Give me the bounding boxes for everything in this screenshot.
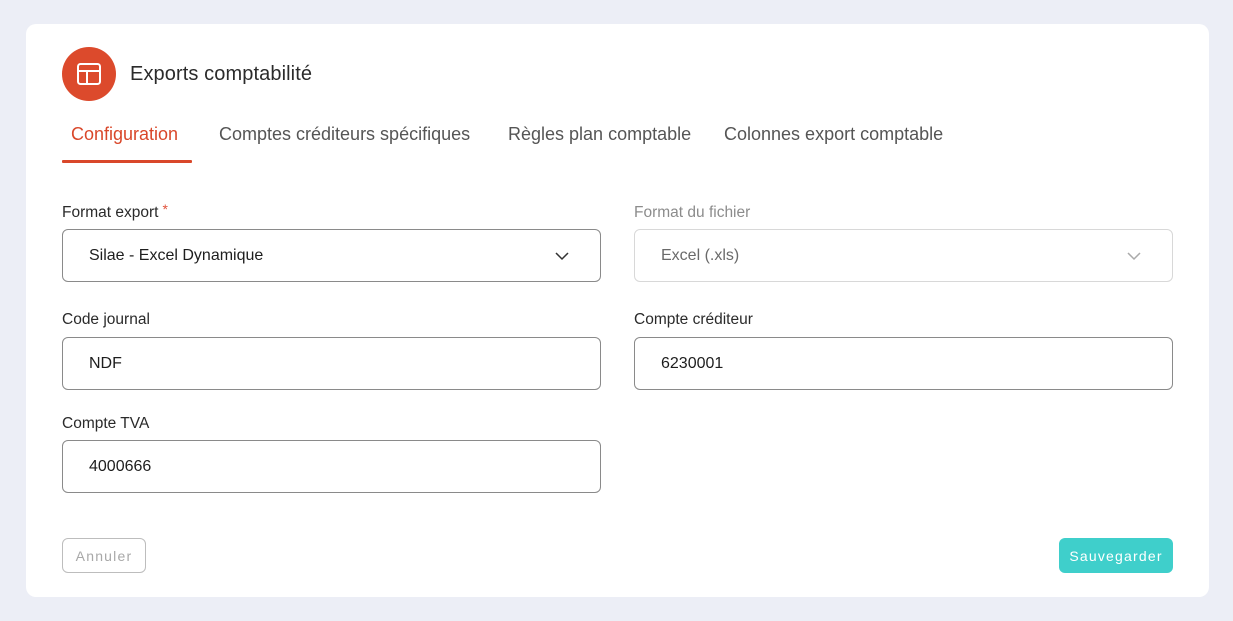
- format-fichier-value: Excel (.xls): [661, 246, 740, 264]
- code-journal-input[interactable]: NDF: [62, 337, 601, 390]
- required-marker: *: [162, 201, 168, 217]
- tab-configuration[interactable]: Configuration: [71, 124, 178, 164]
- format-fichier-select: Excel (.xls): [634, 229, 1173, 282]
- compte-crediteur-input[interactable]: 6230001: [634, 337, 1173, 390]
- layout-icon: [62, 47, 116, 101]
- compte-tva-label: Compte TVA: [62, 415, 150, 432]
- exports-card: Exports comptabilité Configuration Compt…: [26, 24, 1209, 597]
- tab-comptes-crediteurs[interactable]: Comptes créditeurs spécifiques: [219, 124, 470, 164]
- page-title: Exports comptabilité: [130, 63, 313, 85]
- format-fichier-label: Format du fichier: [634, 204, 751, 221]
- code-journal-label: Code journal: [62, 311, 150, 328]
- compte-crediteur-label: Compte créditeur: [634, 311, 753, 328]
- compte-tva-input[interactable]: 4000666: [62, 440, 601, 493]
- format-export-label: Format export *: [62, 201, 168, 222]
- active-tab-indicator: [62, 160, 192, 163]
- tab-colonnes-export[interactable]: Colonnes export comptable: [724, 124, 943, 164]
- format-export-value: Silae - Excel Dynamique: [89, 246, 264, 264]
- chevron-down-icon: [1126, 248, 1142, 264]
- cancel-button[interactable]: Annuler: [62, 538, 146, 573]
- format-export-select[interactable]: Silae - Excel Dynamique: [62, 229, 601, 282]
- tab-regles-plan-comptable[interactable]: Règles plan comptable: [508, 124, 691, 164]
- save-button[interactable]: Sauvegarder: [1059, 538, 1173, 573]
- format-export-label-text: Format export: [62, 204, 159, 221]
- chevron-down-icon: [554, 248, 570, 264]
